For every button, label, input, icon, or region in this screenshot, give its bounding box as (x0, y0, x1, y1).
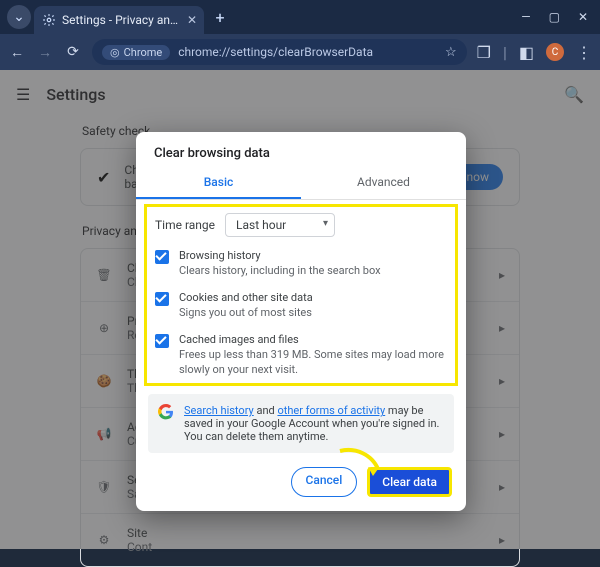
google-account-info: Search history and other forms of activi… (148, 394, 454, 453)
checkbox-browsing-history[interactable] (155, 250, 169, 264)
search-history-link[interactable]: Search history (184, 404, 254, 417)
menu-button[interactable]: ⋮ (576, 43, 592, 62)
tab-close-button[interactable]: ✕ (186, 13, 198, 27)
info-text: Search history and other forms of activi… (184, 404, 444, 443)
extensions-button[interactable]: ❐ (477, 43, 491, 62)
tab-basic[interactable]: Basic (136, 167, 301, 199)
window-close-button[interactable]: ✕ (578, 10, 588, 24)
google-icon (158, 404, 174, 420)
site-chip-label: Chrome (124, 46, 163, 59)
address-bar[interactable]: ◎ Chrome chrome://settings/clearBrowserD… (92, 39, 467, 65)
other-activity-link[interactable]: other forms of activity (277, 404, 385, 417)
bookmark-button[interactable]: ☆ (445, 45, 457, 60)
checkbox-cache[interactable] (155, 334, 169, 348)
side-panel-button[interactable]: ◧ (519, 43, 534, 62)
url-text: chrome://settings/clearBrowserData (178, 45, 437, 59)
profile-avatar[interactable]: C (546, 43, 564, 61)
back-button[interactable]: ← (8, 44, 26, 61)
site-chip[interactable]: ◎ Chrome (102, 45, 170, 60)
gear-icon (42, 13, 56, 27)
clear-data-button[interactable]: Clear data (367, 467, 452, 497)
checkbox-cookies[interactable] (155, 292, 169, 306)
option-title: Cached images and files (179, 333, 447, 346)
option-cache[interactable]: Cached images and files Frees up less th… (155, 333, 447, 378)
window-maximize-button[interactable]: ▢ (549, 10, 560, 24)
time-range-select[interactable]: Last hour (225, 213, 335, 237)
option-desc: Signs you out of most sites (179, 306, 313, 321)
option-cookies[interactable]: Cookies and other site data Signs you ou… (155, 291, 447, 321)
tab-advanced[interactable]: Advanced (301, 167, 466, 199)
browser-tab[interactable]: Settings - Privacy and security ✕ (34, 6, 204, 34)
tab-search-button[interactable]: ⌄ (7, 5, 31, 29)
browser-toolbar: ← → ⟳ ◎ Chrome chrome://settings/clearBr… (0, 34, 600, 70)
forward-button[interactable]: → (36, 44, 54, 61)
chrome-icon: ◎ (110, 46, 120, 59)
tab-title: Settings - Privacy and security (62, 13, 180, 27)
options-highlight: Time range Last hour Browsing history Cl… (144, 204, 458, 386)
option-desc: Frees up less than 319 MB. Some sites ma… (179, 348, 447, 378)
window-minimize-button[interactable]: — (521, 10, 530, 24)
option-desc: Clears history, including in the search … (179, 264, 381, 279)
dialog-title: Clear browsing data (136, 132, 466, 167)
chevron-down-icon: ⌄ (13, 9, 25, 25)
dialog-tabs: Basic Advanced (136, 167, 466, 199)
clear-browsing-data-dialog: Clear browsing data Basic Advanced Time … (136, 132, 466, 511)
new-tab-button[interactable]: + (208, 5, 232, 29)
option-browsing-history[interactable]: Browsing history Clears history, includi… (155, 249, 447, 279)
option-title: Cookies and other site data (179, 291, 313, 304)
reload-button[interactable]: ⟳ (64, 44, 82, 60)
window-titlebar: ⌄ Settings - Privacy and security ✕ + — … (0, 0, 600, 34)
cancel-button[interactable]: Cancel (291, 467, 358, 497)
time-range-label: Time range (155, 218, 215, 232)
option-title: Browsing history (179, 249, 381, 262)
